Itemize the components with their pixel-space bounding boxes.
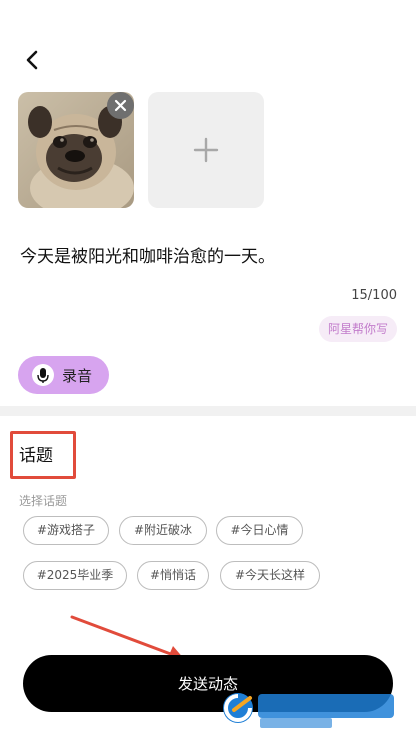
site-watermark-logo [223,693,394,728]
annotation-arrow [70,615,185,662]
